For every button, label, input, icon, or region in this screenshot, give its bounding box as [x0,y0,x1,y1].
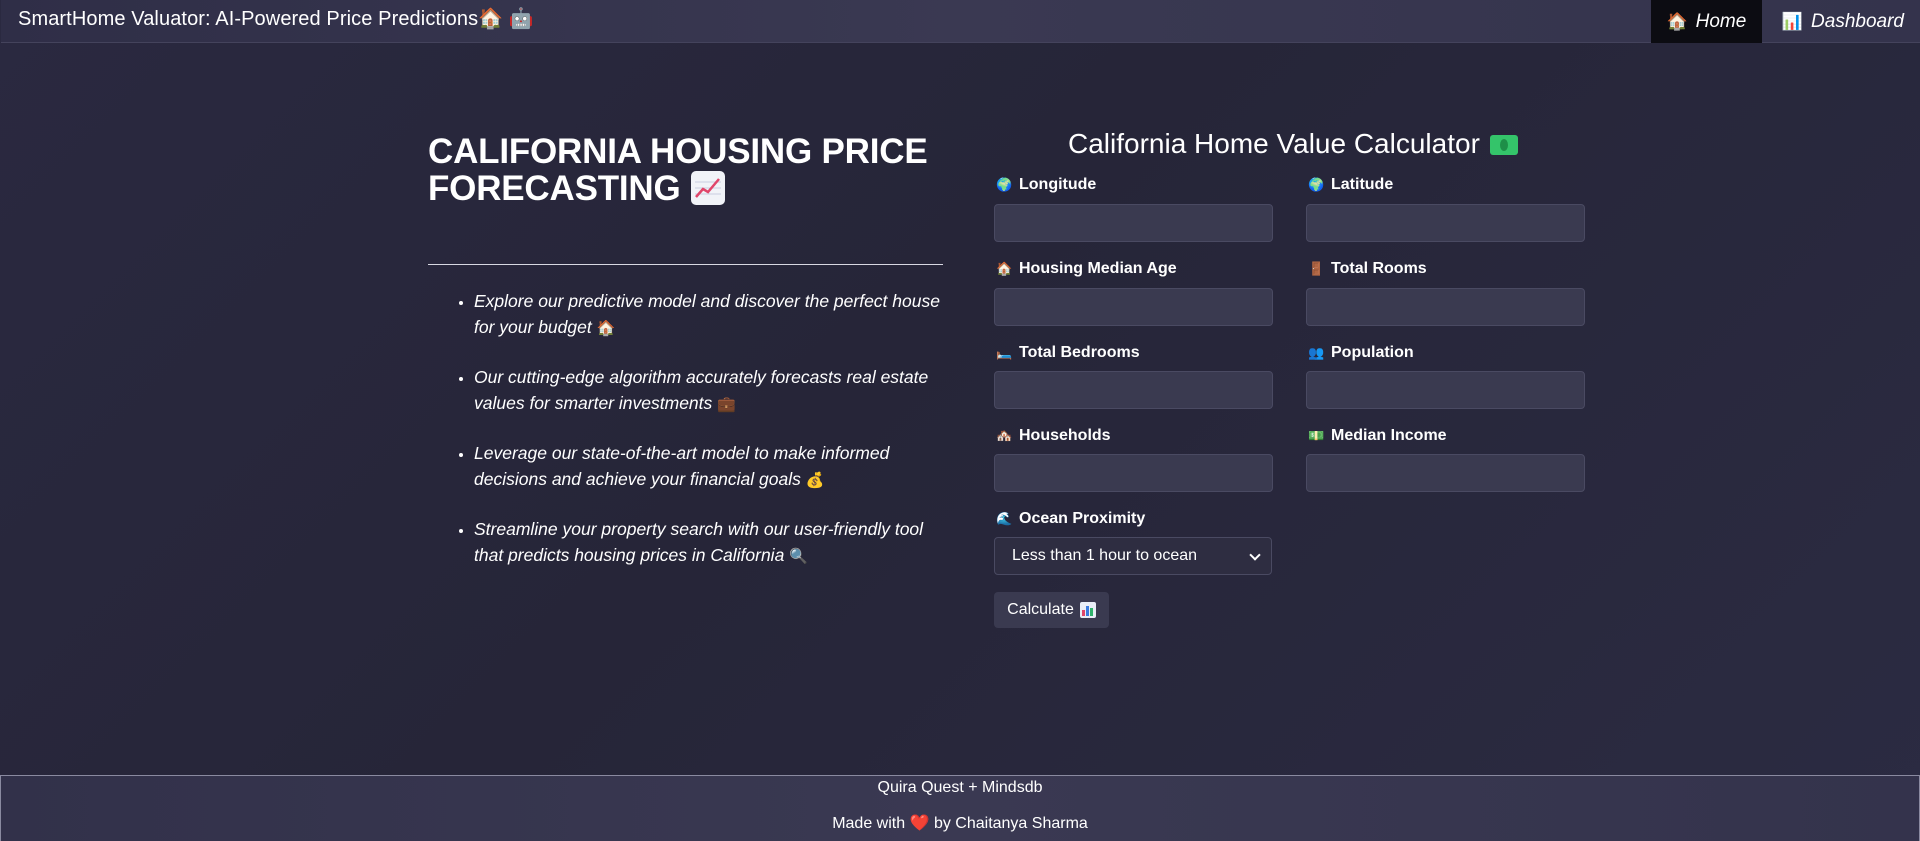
total-bedrooms-label: 🛏️ Total Bedrooms [996,344,1140,362]
bar-chart-icon [1079,602,1096,618]
feature-text: Explore our predictive model and discove… [474,291,940,337]
feature-text: Streamline your property search with our… [474,519,924,565]
people-icon: 👥 [1308,345,1325,360]
house-icon: 🏠 [1666,11,1688,31]
population-label: 👥 Population [1308,344,1414,362]
households-label-text: Households [1019,427,1111,444]
feature-item: Our cutting-edge algorithm accurately fo… [474,364,954,418]
wave-icon: 🌊 [996,511,1013,526]
calculator-title: California Home Value Calculator [1068,128,1518,160]
ocean-proximity-label-text: Ocean Proximity [1019,510,1146,527]
median-income-label: 💵 Median Income [1308,427,1447,445]
total-bedrooms-label-text: Total Bedrooms [1019,344,1140,361]
total-rooms-label-text: Total Rooms [1331,260,1427,277]
houses-icon: 🏘️ [996,428,1013,443]
housing-median-age-input[interactable] [994,288,1273,326]
ocean-proximity-select[interactable]: Less than 1 hour to ocean [994,537,1272,575]
nav-dashboard-label: Dashboard [1811,10,1904,32]
longitude-label: 🌍 Longitude [996,176,1096,194]
bed-icon: 🛏️ [996,345,1013,360]
globe-icon: 🌍 [1308,177,1325,192]
hero-title-text: CALIFORNIA HOUSING PRICE FORECASTING [428,132,928,208]
calculator-title-text: California Home Value Calculator [1068,128,1480,159]
longitude-input[interactable] [994,204,1273,242]
calculate-button-label: Calculate [1007,601,1074,618]
feature-list: Explore our predictive model and discove… [474,288,954,592]
latitude-input[interactable] [1306,204,1585,242]
chevron-down-icon [1249,549,1261,561]
total-rooms-input[interactable] [1306,288,1585,326]
money-bag-icon: 💰 [805,472,825,489]
nav-home-label: Home [1695,10,1747,32]
hero-divider [428,264,943,265]
footer-made-with: Made with ❤️ by Chaitanya Sharma [1,813,1919,833]
top-navbar: SmartHome Valuator: AI-Powered Price Pre… [1,0,1920,43]
feature-item: Streamline your property search with our… [474,516,954,570]
ocean-proximity-selected: Less than 1 hour to ocean [1012,547,1198,564]
median-income-label-text: Median Income [1331,427,1447,444]
footer-credit-line: Quira Quest + Mindsdb [877,779,1043,796]
house-icon: 🏠 [596,320,616,337]
house-icon: 🏠 [996,261,1013,276]
nav-links: 🏠 Home 📊 Dashboard [1650,0,1920,43]
nav-dashboard-link[interactable]: 📊 Dashboard [1766,0,1920,43]
feature-item: Leverage our state-of-the-art model to m… [474,440,954,494]
chart-increasing-icon [690,171,725,205]
latitude-label-text: Latitude [1331,176,1394,193]
population-label-text: Population [1331,344,1414,361]
population-input[interactable] [1306,371,1585,409]
housing-median-age-label-text: Housing Median Age [1019,260,1177,277]
nav-home-link[interactable]: 🏠 Home [1650,0,1762,43]
bar-chart-icon: 📊 [1781,11,1804,31]
magnifier-icon: 🔍 [789,548,808,565]
total-bedrooms-input[interactable] [994,371,1273,409]
dollar-bill-icon: 💵 [1308,428,1325,443]
made-with-text: Made with [832,815,906,832]
housing-median-age-label: 🏠 Housing Median Age [996,260,1177,278]
money-icon [1489,135,1518,155]
households-input[interactable] [994,454,1273,492]
households-label: 🏘️ Households [996,427,1111,445]
hero-title: CALIFORNIA HOUSING PRICE FORECASTING [428,133,948,207]
latitude-label: 🌍 Latitude [1308,176,1393,194]
ocean-proximity-label: 🌊 Ocean Proximity [996,510,1145,528]
author-text: by Chaitanya Sharma [933,815,1088,832]
calculate-button[interactable]: Calculate [994,592,1109,628]
footer: Quira Quest + Mindsdb Made with ❤️ by Ch… [0,775,1920,841]
feature-text: Our cutting-edge algorithm accurately fo… [474,367,929,413]
longitude-label-text: Longitude [1019,176,1097,193]
briefcase-icon: 💼 [717,396,736,413]
feature-item: Explore our predictive model and discove… [474,288,954,342]
globe-icon: 🌍 [996,177,1013,192]
median-income-input[interactable] [1306,454,1585,492]
door-icon: 🚪 [1308,261,1325,276]
brand-title[interactable]: SmartHome Valuator: AI-Powered Price Pre… [18,6,534,31]
feature-text: Leverage our state-of-the-art model to m… [474,443,890,489]
heart-icon: ❤️ [909,815,930,832]
total-rooms-label: 🚪 Total Rooms [1308,260,1427,278]
